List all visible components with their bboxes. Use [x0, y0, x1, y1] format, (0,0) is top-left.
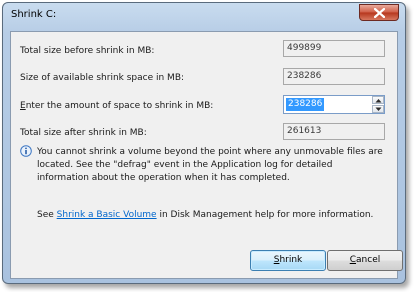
chevron-up-icon [375, 99, 382, 103]
after-size-value: 261613 [283, 123, 385, 140]
available-space-label: Size of available shrink space in MB: [20, 73, 185, 83]
spin-buttons [372, 96, 384, 113]
shrink-amount-input[interactable]: 238286 [286, 98, 325, 111]
dialog-body: Total size before shrink in MB: 499899 S… [10, 31, 403, 279]
shrink-button[interactable]: Shrink [250, 250, 326, 271]
close-icon [374, 8, 385, 18]
shrink-dialog: Shrink C: Total size before shrink in MB… [2, 2, 406, 284]
chevron-down-icon [375, 107, 382, 111]
info-message: You cannot shrink a volume beyond the po… [37, 147, 383, 183]
after-size-label: Total size after shrink in MB: [20, 128, 147, 138]
help-suffix: in Disk Management help for more informa… [156, 210, 374, 220]
cancel-button[interactable]: Cancel [327, 250, 403, 271]
shrink-amount-label-text: nter the amount of space to shrink in MB… [25, 101, 214, 111]
shrink-amount-label: Enter the amount of space to shrink in M… [20, 101, 213, 111]
total-size-value: 499899 [283, 40, 385, 57]
spin-up-button[interactable] [372, 96, 384, 104]
window-title: Shrink C: [11, 9, 57, 20]
spin-down-button[interactable] [372, 105, 384, 113]
available-space-value: 238286 [283, 68, 385, 85]
info-icon [20, 145, 32, 157]
shrink-label: hrink [279, 255, 303, 265]
title-bar[interactable]: Shrink C: [3, 3, 405, 29]
close-button[interactable] [359, 4, 399, 21]
shrink-amount-spinbox[interactable]: 238286 [283, 95, 385, 114]
total-size-label: Total size before shrink in MB: [20, 46, 155, 56]
help-line: See Shrink a Basic Volume in Disk Manage… [37, 210, 373, 220]
help-link[interactable]: Shrink a Basic Volume [57, 210, 157, 220]
cancel-label: ancel [356, 255, 381, 265]
help-prefix: See [37, 210, 57, 220]
